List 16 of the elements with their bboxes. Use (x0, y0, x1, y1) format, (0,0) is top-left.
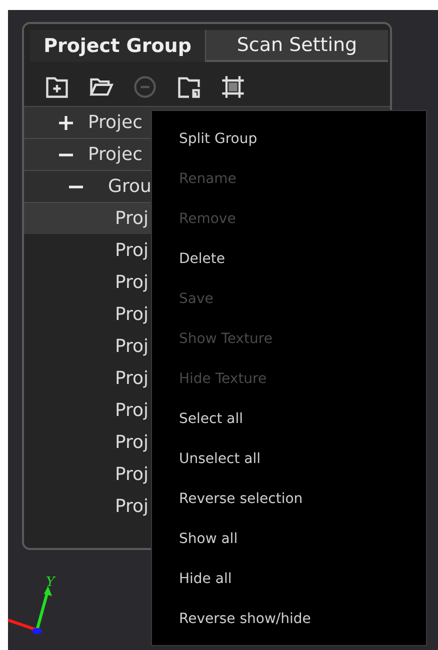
expand-icon[interactable] (58, 114, 74, 130)
frame-icon[interactable] (220, 74, 246, 100)
menu-item[interactable]: Reverse show/hide (152, 599, 426, 639)
menu-item[interactable]: Select all (152, 399, 426, 439)
menu-item[interactable]: Unselect all (152, 439, 426, 479)
menu-item[interactable]: Reverse selection (152, 479, 426, 519)
menu-item[interactable]: Split Group (152, 119, 426, 159)
tab[interactable]: Project Group (30, 30, 205, 62)
project-label[interactable]: Projec (88, 112, 143, 133)
project-label[interactable]: Projec (88, 144, 143, 165)
menu-item[interactable]: Delete (152, 239, 426, 279)
menu-item[interactable]: Hide all (152, 559, 426, 599)
axis-label: Y (46, 575, 55, 590)
menu-item[interactable]: Show all (152, 519, 426, 559)
tab[interactable]: Scan Setting (205, 30, 388, 62)
group-label[interactable]: Grou (108, 176, 152, 197)
